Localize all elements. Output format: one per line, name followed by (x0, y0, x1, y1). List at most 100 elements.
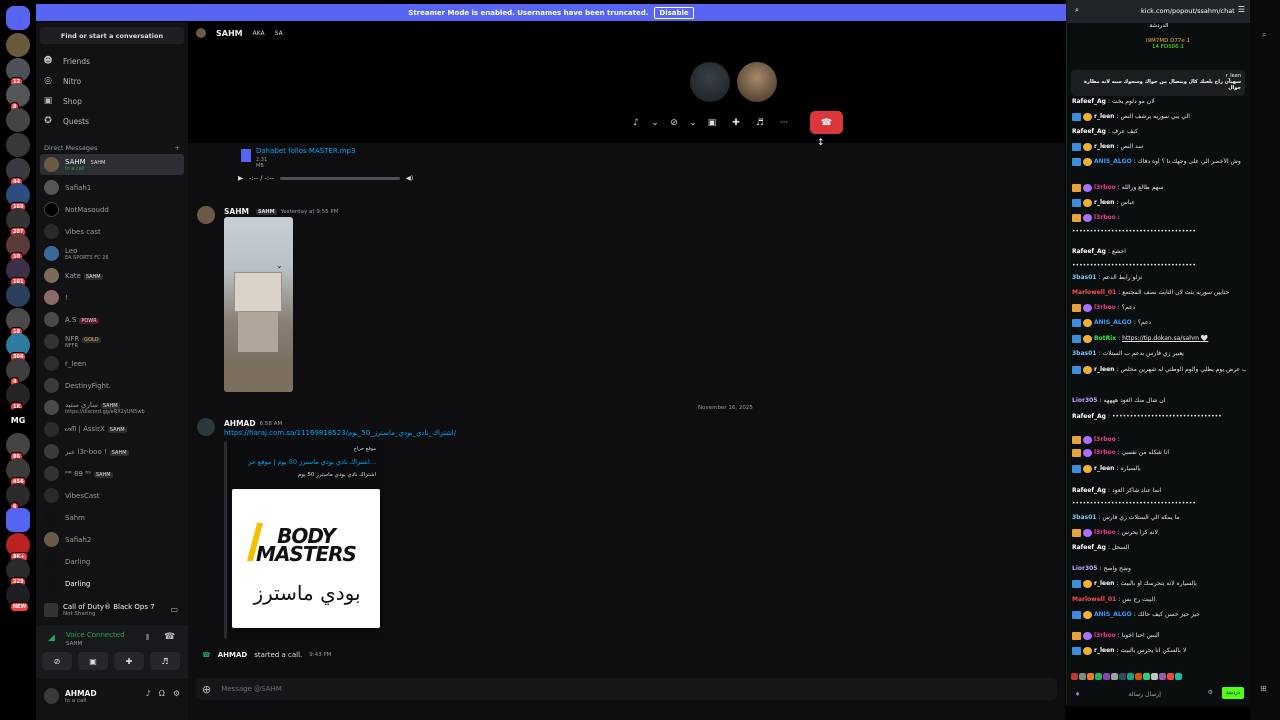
home-button[interactable] (6, 6, 30, 30)
dm-item[interactable]: Vibes cast (40, 221, 184, 242)
settings-icon[interactable]: ⚙ (1208, 689, 1213, 696)
dm-item[interactable]: ساري ستيد SAHM https://discord.gg/eRX2yUN5… (40, 397, 184, 418)
activities-button[interactable]: ✚ (726, 113, 746, 133)
chat-username[interactable]: l3rboo (1094, 529, 1116, 537)
server-icon[interactable]: 101 (6, 258, 30, 287)
microphone-icon[interactable]: ♪ (146, 689, 151, 698)
dm-item[interactable]: Kate SAHM (40, 265, 184, 286)
dm-item[interactable]: NotMasoudd (40, 199, 184, 220)
chat-username[interactable]: r_leen (1094, 647, 1114, 655)
server-icon[interactable]: NEW (6, 583, 30, 612)
add-attachment-icon[interactable]: ⊕ (202, 683, 211, 696)
emote-icon[interactable] (1103, 673, 1110, 680)
emote-icon[interactable] (1095, 673, 1102, 680)
emote-icon[interactable] (1135, 673, 1142, 680)
nav-item-quests[interactable]: ✪ Quests (42, 112, 182, 130)
chat-username[interactable]: l3rboo (1094, 632, 1116, 640)
chat-input[interactable]: إرسال رسالة (1128, 691, 1160, 698)
mute-options-button[interactable]: ⌄ (650, 113, 660, 133)
create-dm-button[interactable]: + (175, 144, 180, 152)
chat-username[interactable]: Rafeef_Ag (1072, 544, 1106, 552)
server-icon[interactable]: 1K (6, 383, 30, 412)
browser-url-bar[interactable]: ⌕ kick.com/popout/ssahm/chat ☰ (1067, 0, 1251, 23)
emote-picker-icon[interactable]: ♦ (1075, 691, 1080, 698)
chat-username[interactable]: Lior305 (1072, 565, 1098, 573)
end-call-button[interactable]: ☎ (810, 111, 843, 134)
server-icon[interactable]: 44 (6, 158, 30, 187)
dm-item[interactable]: r_leen (40, 353, 184, 374)
chat-send-button[interactable]: دردشة (1222, 687, 1244, 699)
server-icon[interactable]: 454 (6, 458, 30, 487)
stream-icon[interactable]: ▭ (170, 605, 178, 614)
chat-username[interactable]: ANIS_ALGO (1094, 158, 1132, 166)
nav-item-shop[interactable]: ▣ Shop (42, 92, 182, 110)
embed-title[interactable]: اشتراك نادي بودي ماسترز 50 يوم | موقع حر… (248, 458, 376, 466)
server-icon[interactable]: 18 (6, 308, 30, 337)
server-icon[interactable]: 8 (6, 83, 30, 112)
emote-icon[interactable] (1143, 673, 1150, 680)
dm-item[interactable]: Darling (40, 551, 184, 572)
server-icon[interactable]: 86 (6, 433, 30, 462)
menu-icon[interactable]: ☰ (1238, 5, 1245, 14)
nav-item-friends[interactable]: ☻ Friends (42, 52, 182, 70)
author-name[interactable]: SAHM (224, 207, 249, 216)
chat-username[interactable]: ANIS_ALGO (1094, 611, 1132, 619)
chat-username[interactable]: r_leen (1094, 143, 1114, 151)
message-input[interactable]: ⊕ Message @SAHM (196, 678, 1057, 700)
dm-item[interactable]: DestinyFight. (40, 375, 184, 396)
server-icon[interactable] (6, 108, 30, 132)
image-attachment[interactable]: ⌄ (224, 217, 293, 392)
screen-share-button[interactable]: ▣ (78, 652, 108, 670)
activities-button[interactable]: ✚ (114, 652, 144, 670)
avatar[interactable] (197, 418, 215, 436)
emote-icon[interactable] (1151, 673, 1158, 680)
pinned-message[interactable]: r_leen سهيان راح يلعبك كال وبتضال من جوا… (1071, 70, 1245, 96)
soundboard-button[interactable]: ♬ (150, 652, 180, 670)
chat-username[interactable]: l3rboo (1094, 436, 1116, 444)
disable-streamer-mode-button[interactable]: Disable (654, 6, 694, 19)
emote-icon[interactable] (1087, 673, 1094, 680)
chat-username[interactable]: 3bas01 (1072, 350, 1096, 358)
dm-item[interactable]: NFR GOLD NFFR (40, 331, 184, 352)
nav-item-nitro[interactable]: ◎ Nitro (42, 72, 182, 90)
embed-image[interactable]: BODY MASTERS بودي ماسترز (232, 489, 380, 628)
author-name[interactable]: AHMAD (218, 651, 247, 659)
chat-username[interactable]: Lior305 (1072, 397, 1098, 405)
emote-icon[interactable] (1127, 673, 1134, 680)
chat-username[interactable]: 3bas01 (1072, 274, 1096, 282)
server-icon[interactable]: MG (6, 408, 30, 432)
chat-username[interactable]: r_leen (1094, 113, 1114, 121)
dm-item[interactable]: Darling (40, 573, 184, 594)
server-icon[interactable] (6, 133, 30, 157)
headphones-icon[interactable]: Ω (159, 689, 165, 698)
file-name[interactable]: Dahabet follos MASTER.mp3 (256, 147, 355, 155)
noise-suppression-icon[interactable]: ⦀ (146, 633, 150, 643)
gear-icon[interactable]: ⚙ (173, 689, 180, 698)
dm-item[interactable]: Leo EA SPORTS FC 26 (40, 243, 184, 264)
emote-icon[interactable] (1175, 673, 1182, 680)
camera-off-button[interactable]: ⊘ (42, 652, 72, 670)
dm-item[interactable]: عبر l3r-boo ! SAHM (40, 441, 184, 462)
server-icon[interactable]: 304 (6, 333, 30, 362)
more-options-button[interactable]: ··· (774, 113, 794, 133)
author-name[interactable]: AHMAD (224, 419, 256, 428)
search-button[interactable]: Find or start a conversation (40, 27, 184, 44)
chat-username[interactable]: r_leen (1094, 580, 1114, 588)
chat-username[interactable]: l3rboo (1094, 449, 1116, 457)
emote-icon[interactable] (1071, 673, 1078, 680)
chat-username[interactable]: BotRix (1094, 335, 1116, 343)
chat-username[interactable]: l3rboo (1094, 304, 1116, 312)
server-icon[interactable]: 229 (6, 558, 30, 587)
server-icon[interactable]: 169 (6, 183, 30, 212)
chat-username[interactable]: Rafeef_Ag (1072, 413, 1106, 421)
chat-username[interactable]: Rafeef_Ag (1072, 248, 1106, 256)
emote-icon[interactable] (1159, 673, 1166, 680)
chat-username[interactable]: Marlowell_01 (1072, 596, 1116, 604)
grid-icon[interactable]: ⊞ (1260, 684, 1267, 693)
server-icon[interactable] (6, 33, 30, 57)
chat-username[interactable]: Marlowell_01 (1072, 289, 1116, 297)
chat-username[interactable]: Rafeef_Ag (1072, 98, 1106, 106)
voice-status[interactable]: Voice Connected (66, 631, 125, 639)
avatar[interactable] (44, 688, 59, 704)
server-icon[interactable]: 4 (6, 358, 30, 387)
